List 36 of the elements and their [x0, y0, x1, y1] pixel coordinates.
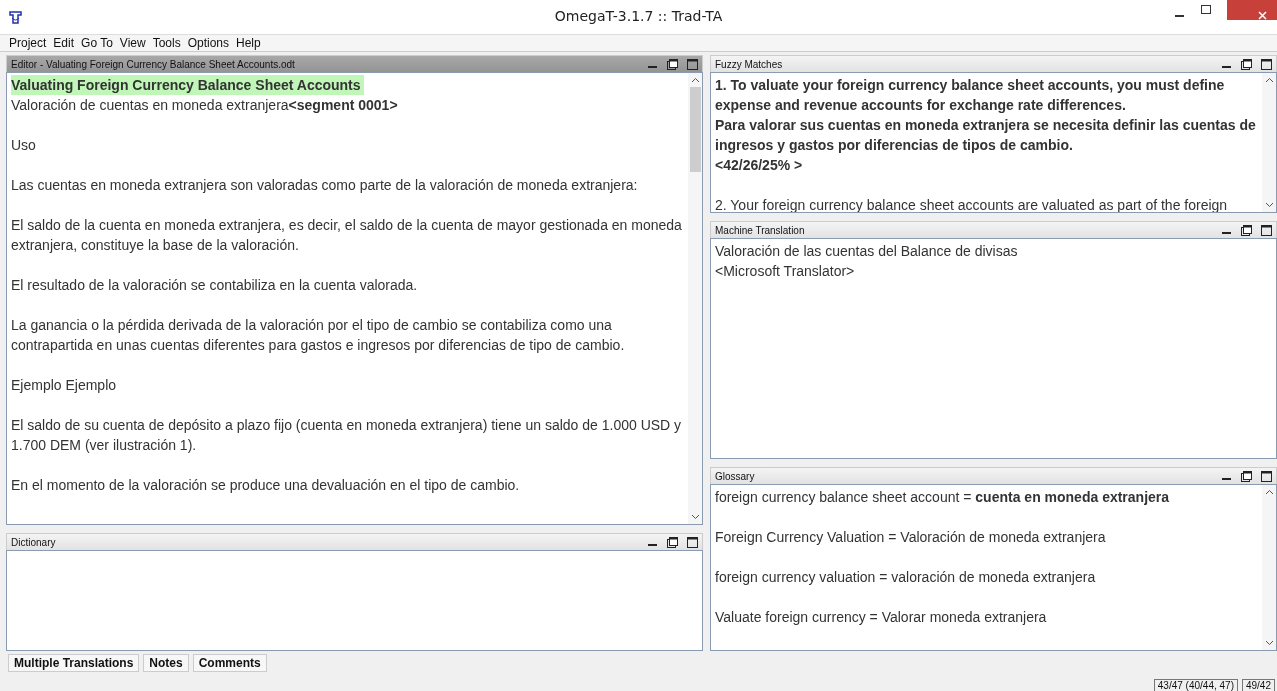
glossary-entry[interactable]: foreign currency valuation = valoración de moneda extranjera: [715, 567, 1258, 587]
status-field: 49/42: [1241, 679, 1275, 691]
window-title: OmegaT-3.1.7 :: Trad-TA: [554, 8, 723, 24]
segment-text[interactable]: La ganancia o la pérdida derivada de la valoración por el tipo de cambio se contabiliza como una contrapartida en unas cuentas diferentes para gastos e ingresos por diferencias de tipo de cambio.: [11, 315, 684, 355]
fuzzy-match[interactable]: 1. To valuate your foreign currency balance sheet accounts, you must define expense and revenue accounts for exchange rate differences. Para valorar sus cuentas en moneda extranjera se necesita definir las cuentas de ingresos y gastos por diferencias de tipos de cambio. <42/26/25% >: [715, 75, 1258, 175]
menu-item[interactable]: Options: [187, 36, 230, 50]
pane-tab[interactable]: Comments: [192, 654, 267, 672]
menu-item[interactable]: View: [119, 36, 146, 50]
translation-provider: <Microsoft Translator>: [715, 262, 856, 281]
glossary-entry[interactable]: Valuate foreign currency = Valorar moneda extranjera: [715, 607, 1258, 627]
segment-text[interactable]: Las cuentas en moneda extranjera son valoradas como parte de la valoración de moneda extranjera:: [11, 175, 684, 195]
menu-item[interactable]: Edit: [53, 36, 75, 50]
pane-tab[interactable]: Multiple Translations: [8, 654, 140, 672]
target-segment[interactable]: Valoración de cuentas en moneda extranjera<segment 0001>: [11, 95, 684, 115]
segment-text[interactable]: El saldo de su cuenta de depósito a plazo fijo (cuenta en moneda extranjera) tiene un saldo de 1.000 USD y 1.700 DEM (ver ilustración 1).: [11, 415, 684, 455]
glossary-entry[interactable]: Foreign Currency Valuation = Valoración de moneda extranjera: [715, 527, 1258, 547]
segment-text[interactable]: Ejemplo Ejemplo: [11, 375, 684, 395]
panel-title: Fuzzy Matches: [715, 58, 783, 70]
segment-text[interactable]: En el momento de la valoración se produce una devaluación en el tipo de cambio.: [11, 475, 684, 495]
glossary-entry[interactable]: foreign currency balance sheet account = cuenta en moneda extranjera: [715, 487, 1258, 507]
pane-tab[interactable]: Notes: [143, 654, 189, 672]
segment-text[interactable]: Uso: [11, 135, 684, 155]
panel-title: Machine Translation: [715, 224, 805, 236]
panel-title: Editor - Valuating Foreign Currency Balance Sheet Accounts.odt: [11, 58, 295, 70]
menu-item[interactable]: Help: [236, 36, 261, 50]
status-field: 43/47 (40/44, 47): [1153, 679, 1238, 691]
fuzzy-match[interactable]: 2. Your foreign currency balance sheet accounts are valuated as part of the foreign: [715, 195, 1258, 212]
menu-item[interactable]: Tools: [152, 36, 181, 50]
menu-item[interactable]: Go To: [81, 36, 113, 50]
translation-text: Valoración de las cuentas del Balance de divisas: [715, 242, 1019, 261]
menu-item[interactable]: Project: [9, 36, 47, 50]
segment-text[interactable]: El resultado de la valoración se contabiliza en la cuenta valorada.: [11, 275, 684, 295]
panel-title: Glossary: [715, 470, 755, 482]
panel-title: Dictionary: [11, 536, 56, 548]
segment-text[interactable]: El saldo de la cuenta en moneda extranjera, es decir, el saldo de la cuenta de mayor gestionada en moneda extranjera, constituye la base de la valoración.: [11, 215, 684, 255]
source-segment[interactable]: Valuating Foreign Currency Balance Sheet Accounts: [11, 75, 364, 95]
